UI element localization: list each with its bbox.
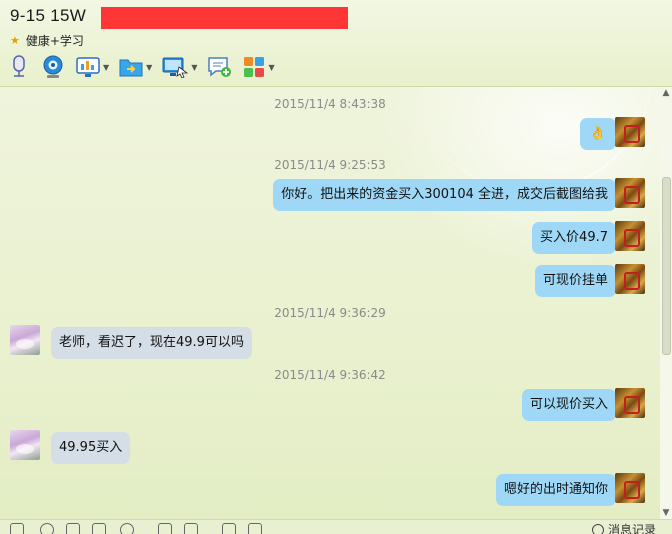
add-chat-icon	[207, 55, 233, 79]
microphone-icon	[8, 55, 30, 79]
file-transfer-button[interactable]: ▼	[119, 56, 152, 78]
music-icon[interactable]	[222, 523, 236, 534]
my-avatar[interactable]	[615, 178, 645, 208]
chevron-down-icon[interactable]: ▼	[268, 63, 274, 72]
screen-share-icon	[76, 56, 100, 78]
message-timestamp: 2015/11/4 9:36:42	[0, 368, 660, 382]
message-timestamp: 2015/11/4 9:36:29	[0, 306, 660, 320]
edit-icon[interactable]	[158, 523, 172, 534]
create-discussion-button[interactable]	[207, 55, 233, 79]
chat-bubble-outgoing[interactable]: 你好。把出来的资金买入300104 全进，成交后截图给我	[273, 179, 616, 211]
my-avatar[interactable]	[615, 388, 645, 418]
chat-bubble-outgoing[interactable]: 可现价挂单	[535, 265, 616, 297]
voice-message-icon[interactable]	[120, 523, 134, 534]
screen-share-button[interactable]: ▼	[76, 56, 109, 78]
font-icon[interactable]	[10, 523, 24, 534]
contact-avatar[interactable]	[10, 430, 40, 460]
chevron-down-icon[interactable]: ▼	[191, 63, 197, 72]
shake-icon[interactable]	[66, 523, 80, 534]
chat-history[interactable]: 2015/11/4 8:43:38 👌 2015/11/4 9:25:53 你好…	[0, 87, 660, 519]
scroll-down-arrow-icon[interactable]: ▼	[660, 507, 672, 519]
chat-header: 9-15 15W ★ 健康+学习	[0, 0, 672, 87]
apps-button[interactable]: ▼	[243, 56, 274, 78]
chat-bubble-outgoing[interactable]: 👌	[580, 118, 616, 150]
chevron-down-icon[interactable]: ▼	[146, 63, 152, 72]
remote-desktop-button[interactable]: ▼	[162, 56, 197, 78]
voice-button[interactable]	[8, 55, 30, 79]
group-subtitle-text: 健康+学习	[26, 32, 84, 49]
chat-bubble-outgoing[interactable]: 嗯好的出时通知你	[496, 474, 616, 506]
chat-bubble-outgoing[interactable]: 买入价49.7	[532, 222, 616, 254]
contact-avatar[interactable]	[10, 325, 40, 355]
chat-bubble-incoming[interactable]: 老师，看迟了，现在49.9可以吗	[51, 327, 252, 359]
chat-scrollbar[interactable]: ▲ ▼	[660, 87, 672, 519]
toolbar: ▼ ▼ ▼	[8, 54, 285, 80]
image-icon[interactable]	[184, 523, 198, 534]
redacted-name	[101, 7, 348, 29]
chevron-down-icon[interactable]: ▼	[103, 63, 109, 72]
chat-bubble-outgoing[interactable]: 可以现价买入	[522, 389, 616, 421]
message-record-label: 消息记录	[608, 521, 656, 534]
scroll-up-arrow-icon[interactable]: ▲	[660, 87, 672, 99]
webcam-icon	[40, 55, 66, 79]
message-record-button[interactable]: 消息记录	[592, 521, 656, 534]
star-icon: ★	[10, 34, 20, 47]
file-transfer-icon	[119, 56, 143, 78]
message-timestamp: 2015/11/4 8:43:38	[0, 97, 660, 111]
video-button[interactable]	[40, 55, 66, 79]
my-avatar[interactable]	[615, 473, 645, 503]
ok-hand-emoji: 👌	[590, 126, 606, 141]
message-timestamp: 2015/11/4 9:25:53	[0, 158, 660, 172]
group-subtitle: ★ 健康+学习	[10, 32, 84, 49]
apps-grid-icon	[243, 56, 265, 78]
my-avatar[interactable]	[615, 221, 645, 251]
my-avatar[interactable]	[615, 117, 645, 147]
scissors-icon[interactable]	[248, 523, 262, 534]
emoji-icon[interactable]	[40, 523, 54, 534]
input-toolbar: 消息记录	[0, 519, 672, 534]
chat-title: 9-15 15W	[10, 6, 86, 26]
remote-desktop-icon	[162, 56, 188, 78]
clock-icon	[592, 524, 604, 534]
my-avatar[interactable]	[615, 264, 645, 294]
screenshot-icon[interactable]	[92, 523, 106, 534]
chat-bubble-incoming[interactable]: 49.95买入	[51, 432, 130, 464]
scroll-thumb[interactable]	[662, 177, 671, 355]
